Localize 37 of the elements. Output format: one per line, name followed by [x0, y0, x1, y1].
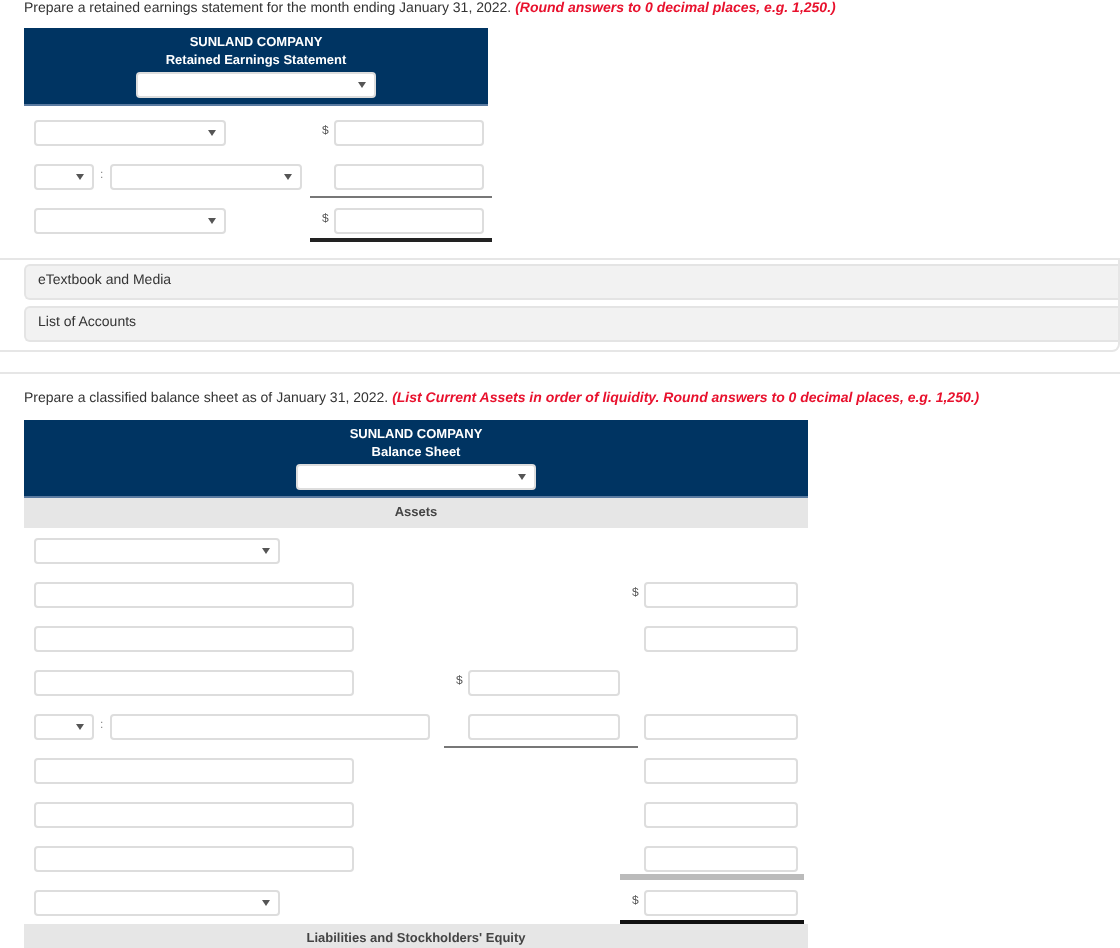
amount-field[interactable]	[468, 669, 620, 695]
amount-field[interactable]	[644, 757, 798, 783]
account-field[interactable]	[34, 669, 354, 695]
amount-field[interactable]	[644, 845, 798, 871]
dropdown-select[interactable]	[34, 537, 280, 563]
caret-icon	[518, 474, 526, 480]
amount-field[interactable]	[334, 207, 484, 233]
dropdown-select[interactable]	[109, 163, 302, 189]
account-field[interactable]	[109, 713, 430, 739]
amount-field[interactable]	[644, 889, 798, 915]
caret-icon	[76, 173, 84, 179]
caret-icon	[262, 547, 270, 553]
amount-field[interactable]	[468, 713, 620, 739]
caret-icon	[358, 82, 366, 88]
caret-icon	[208, 129, 216, 135]
account-field[interactable]	[34, 581, 354, 607]
dropdown-select[interactable]	[34, 889, 280, 915]
dropdown-select[interactable]	[296, 464, 536, 490]
amount-field[interactable]	[644, 625, 798, 651]
caret-icon	[262, 899, 270, 905]
account-field[interactable]	[34, 845, 354, 871]
dropdown-select[interactable]	[34, 713, 94, 739]
account-field[interactable]	[34, 625, 354, 651]
dropdown-select[interactable]	[34, 119, 226, 145]
amount-field[interactable]	[644, 801, 798, 827]
caret-icon	[208, 217, 216, 223]
dropdown-select[interactable]	[136, 72, 376, 98]
amount-field[interactable]	[644, 581, 798, 607]
amount-field[interactable]	[334, 119, 484, 145]
amount-field[interactable]	[644, 713, 798, 739]
dropdown-select[interactable]	[34, 163, 94, 189]
dropdown-select[interactable]	[34, 207, 226, 233]
amount-field[interactable]	[334, 163, 484, 189]
account-field[interactable]	[34, 801, 354, 827]
caret-icon	[283, 173, 292, 179]
account-field[interactable]	[34, 757, 354, 783]
caret-icon	[76, 723, 84, 729]
